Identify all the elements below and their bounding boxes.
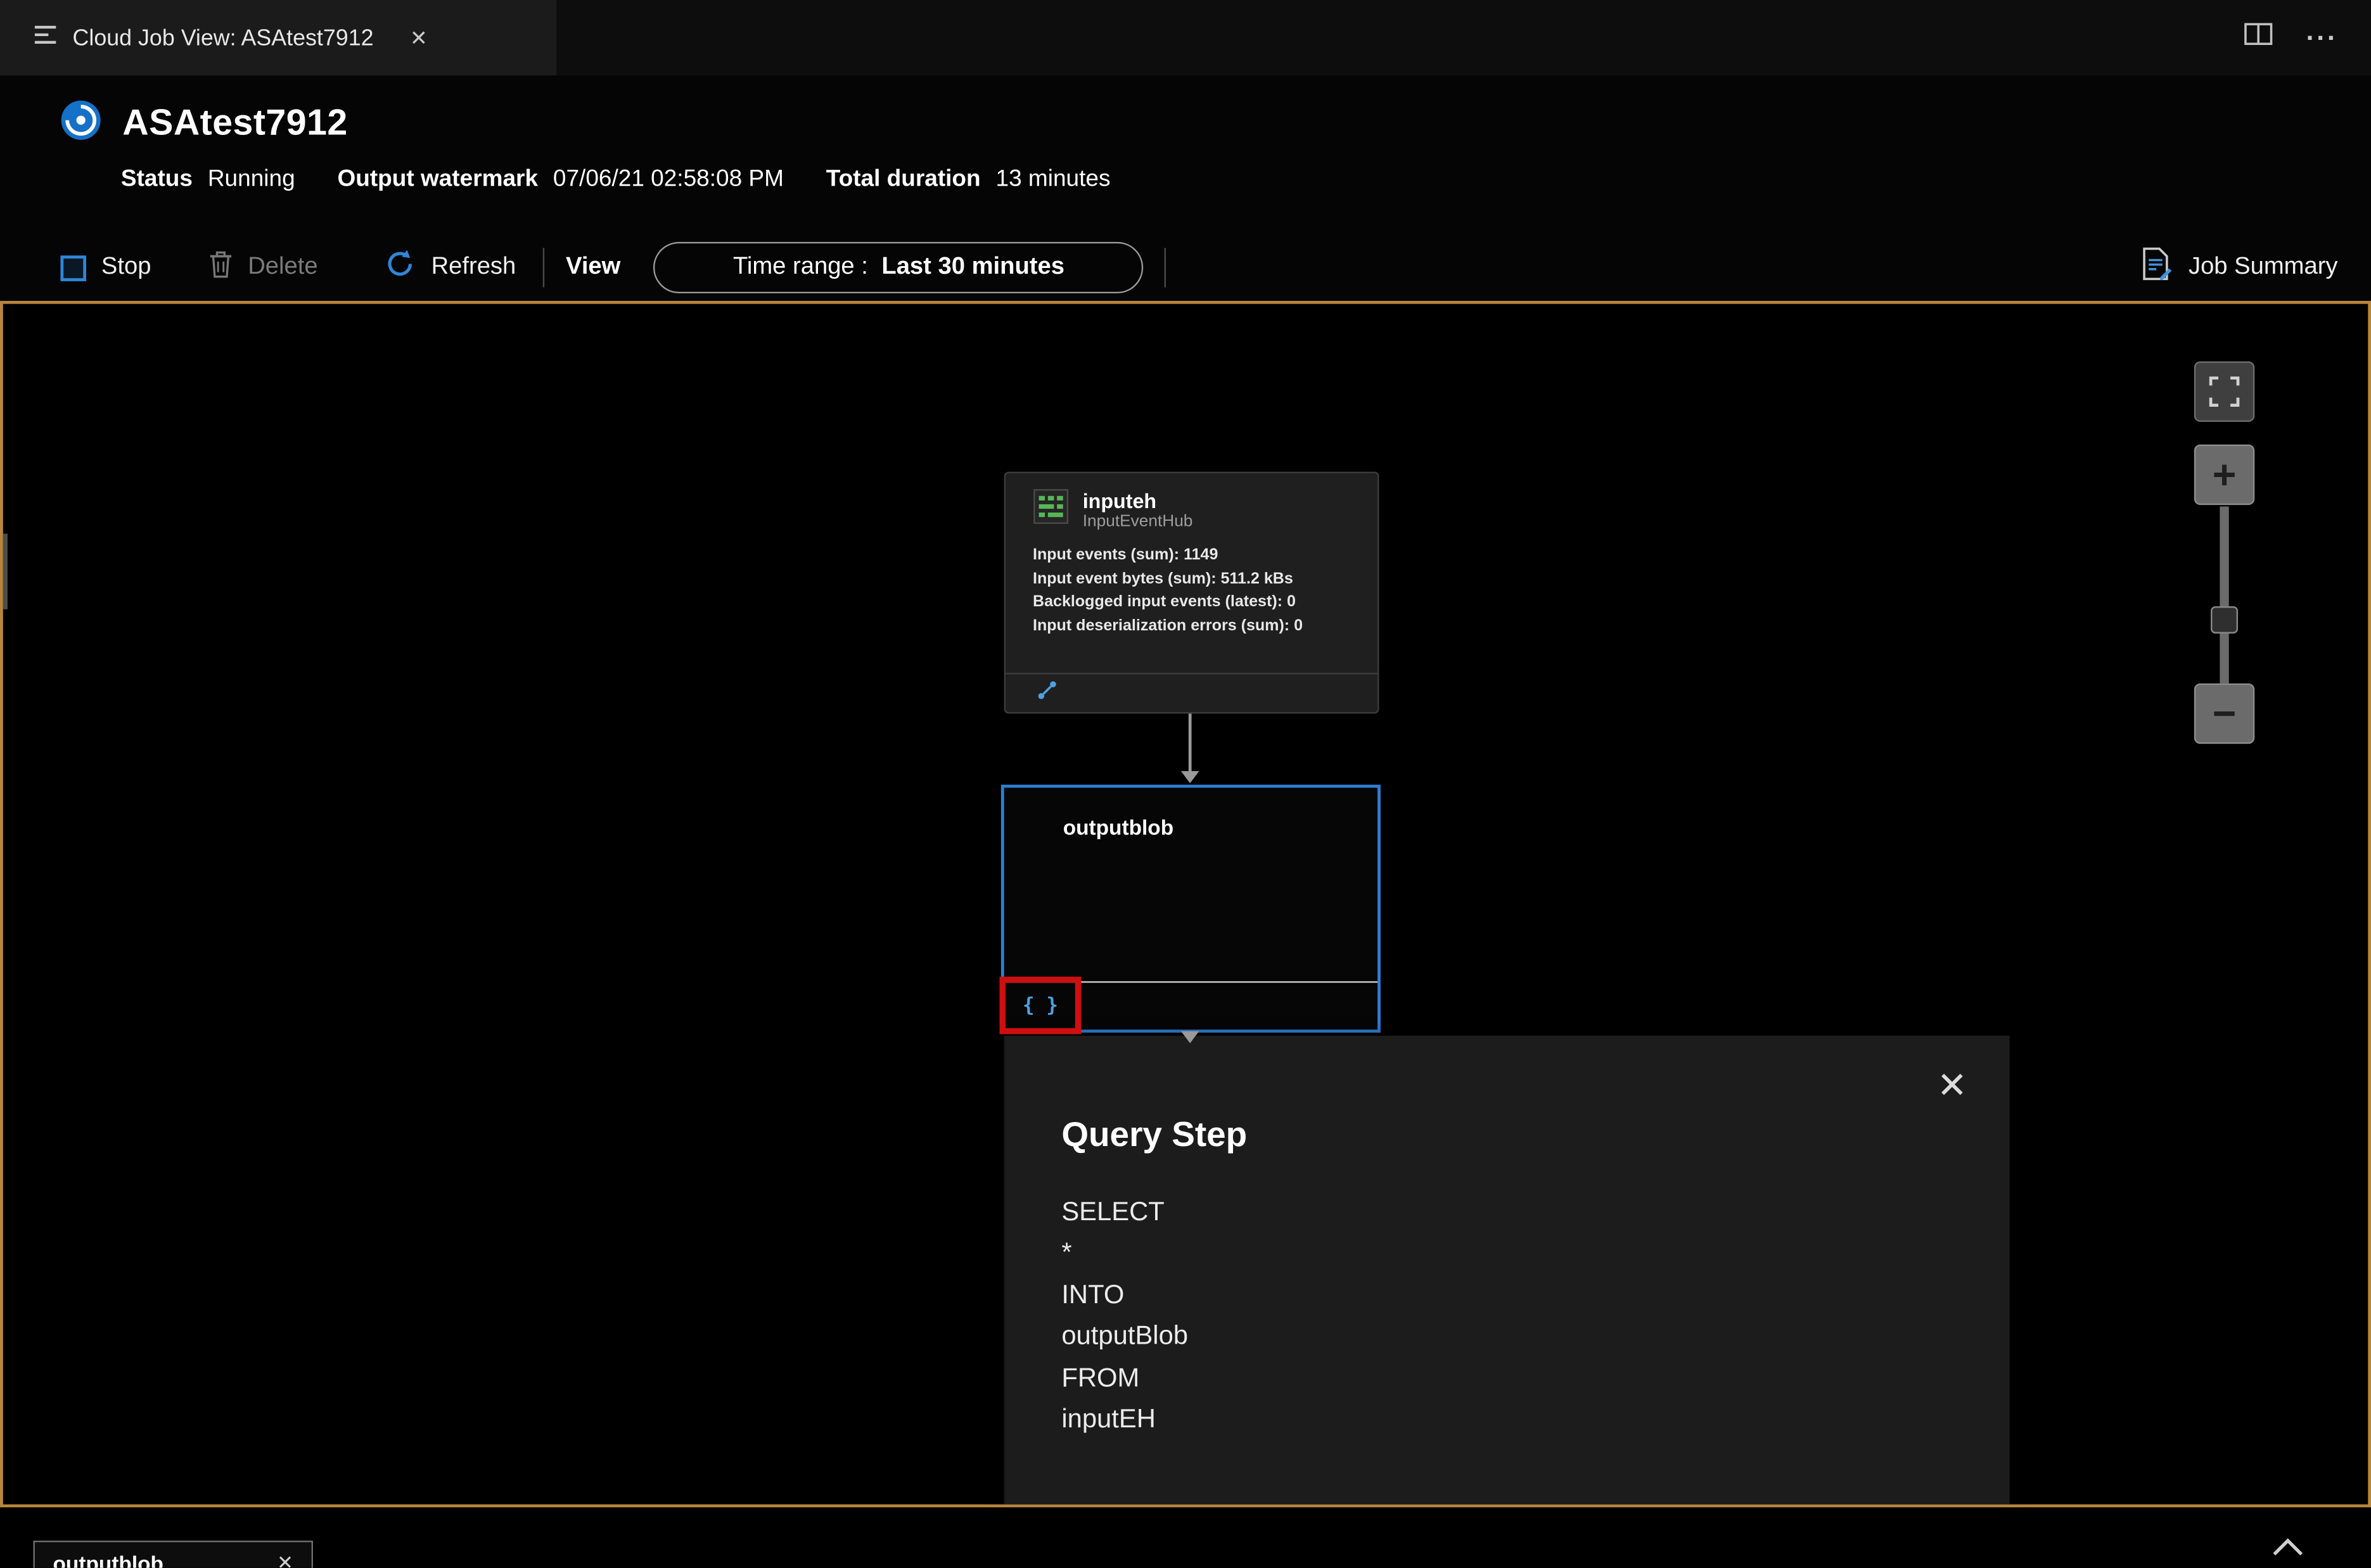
bottom-panel: outputblob ✕ [0,1507,2371,1568]
tab-title: Cloud Job View: ASAtest7912 [72,25,374,51]
metric-line: Input event bytes (sum): 511.2 kBs [1032,569,1293,588]
stop-button[interactable]: Stop [60,254,151,281]
query-step-highlight-box[interactable]: { } [999,976,1082,1035]
split-editor-icon[interactable] [2244,23,2273,53]
status-value: Running [207,166,295,193]
chip-close-icon[interactable]: ✕ [277,1552,293,1568]
edge-arrowhead [1180,771,1199,784]
job-summary-icon [2142,246,2173,289]
input-node-type: InputEventHub [1082,511,1193,530]
fit-to-screen-button[interactable] [2194,361,2255,422]
connector-icon[interactable] [1036,678,1059,708]
stop-icon [60,255,87,281]
view-menu[interactable]: View [566,254,620,281]
time-range-selector[interactable]: Time range : Last 30 minutes [653,241,1144,293]
metric-line: Input deserialization errors (sum): 0 [1032,616,1303,635]
status-label: Status [120,166,193,193]
tab-cloud-job-view[interactable]: Cloud Job View: ASAtest7912 ✕ [0,0,557,76]
query-line: SELECT [1061,1195,1165,1227]
job-diagram-canvas[interactable]: inputeh InputEventHub Input events (sum)… [0,300,2371,1508]
zoom-in-button[interactable]: + [2194,444,2255,506]
refresh-icon [385,248,416,287]
job-summary-button[interactable]: Job Summary [2133,245,2347,291]
delete-button[interactable]: Delete [208,250,318,285]
event-hub-icon [1033,488,1069,532]
query-line: INTO [1061,1278,1125,1310]
output-node-name: outputblob [1063,815,1174,839]
edge-arrowhead [1180,1031,1199,1043]
edge-inputeh-outputblob [1188,713,1192,774]
job-toolbar: Stop Delete Refresh View Time range : La… [0,234,2371,301]
input-node-footer [1006,672,1378,712]
trash-icon [208,250,233,285]
duration-value: 13 minutes [995,166,1111,193]
query-line: outputBlob [1061,1320,1189,1351]
toolbar-divider [543,248,545,288]
metric-line: Backlogged input events (latest): 0 [1032,592,1296,611]
stream-analytics-logo-icon [60,100,101,148]
expand-panel-chevron-icon[interactable] [2272,1538,2305,1565]
job-meta: Status Running Output watermark 07/06/21… [0,148,2371,194]
job-header: ASAtest7912 Status Running Output waterm… [0,75,2371,234]
watermark-value: 07/06/21 02:58:08 PM [553,166,784,193]
tabbar-actions: ··· [2244,0,2371,75]
outputblob-chip[interactable]: outputblob ✕ [33,1540,314,1568]
query-text: SELECT * INTO outputBlob FROM inputEH [1004,1155,2010,1440]
zoom-slider-track[interactable] [2220,506,2229,684]
toolbar-divider [1165,248,1166,288]
popup-title: Query Step [1061,1114,1248,1154]
input-node-name: inputeh [1082,489,1157,512]
editor-tab-bar: Cloud Job View: ASAtest7912 ✕ ··· [0,0,2371,76]
query-step-popup: ✕ Query Step SELECT * INTO outputBlob FR… [1004,1035,2010,1505]
cloud-job-view-window: Cloud Job View: ASAtest7912 ✕ ··· ASAtes… [0,0,2371,1568]
watermark-label: Output watermark [337,166,539,193]
more-actions-icon[interactable]: ··· [2306,22,2337,54]
zoom-out-button[interactable]: − [2194,683,2255,744]
query-line: * [1061,1237,1072,1268]
refresh-button[interactable]: Refresh [385,248,516,287]
query-line: inputEH [1061,1403,1156,1434]
input-node-inputeh[interactable]: inputeh InputEventHub Input events (sum)… [1004,471,1379,714]
canvas-scrollbar[interactable] [3,533,8,609]
metric-line: Input events (sum): 1149 [1032,545,1218,564]
query-line: FROM [1061,1361,1140,1393]
query-step-braces-icon[interactable]: { } [1023,994,1058,1017]
input-node-metrics: Input events (sum): 1149 Input event byt… [1006,535,1377,638]
zoom-slider-handle[interactable] [2211,606,2239,634]
job-view-tab-icon [34,23,58,52]
job-title: ASAtest7912 [122,103,348,144]
output-node-outputblob[interactable]: outputblob { } [999,784,1381,1035]
chip-label: outputblob [53,1551,163,1568]
tab-close-icon[interactable]: ✕ [410,25,428,51]
duration-label: Total duration [826,166,981,193]
popup-close-icon[interactable]: ✕ [1937,1068,1967,1105]
